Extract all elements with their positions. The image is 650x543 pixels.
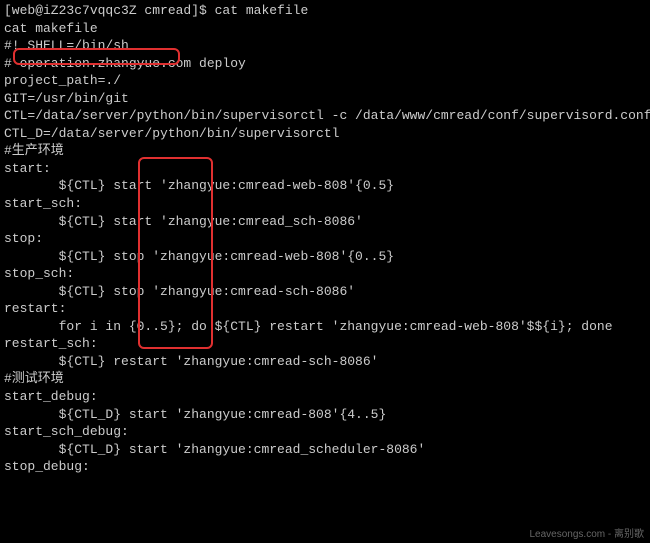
terminal-line: stop_debug: <box>4 458 646 476</box>
terminal-line: ${CTL_D} start 'zhangyue:cmread-808'{4..… <box>4 406 646 424</box>
terminal-line: #生产环境 <box>4 142 646 160</box>
terminal-line: #! SHELL=/bin/sh <box>4 37 646 55</box>
terminal-line: CTL=/data/server/python/bin/supervisorct… <box>4 107 646 125</box>
terminal-line: [web@iZ23c7vqqc3Z cmread]$ cat makefile <box>4 2 646 20</box>
terminal-line: ${CTL} start 'zhangyue:cmread-web-808'{0… <box>4 177 646 195</box>
terminal-line: cat makefile <box>4 20 646 38</box>
terminal-line: start_sch_debug: <box>4 423 646 441</box>
terminal-line: ${CTL_D} start 'zhangyue:cmread_schedule… <box>4 441 646 459</box>
terminal-line: CTL_D=/data/server/python/bin/supervisor… <box>4 125 646 143</box>
terminal-line: stop: <box>4 230 646 248</box>
terminal-line: GIT=/usr/bin/git <box>4 90 646 108</box>
terminal-line: start_debug: <box>4 388 646 406</box>
terminal-line: for i in {0..5}; do ${CTL} restart 'zhan… <box>4 318 646 336</box>
terminal-line: restart_sch: <box>4 335 646 353</box>
terminal-line: start: <box>4 160 646 178</box>
terminal-line: ${CTL} stop 'zhangyue:cmread-sch-8086' <box>4 283 646 301</box>
terminal-line: ${CTL} start 'zhangyue:cmread_sch-8086' <box>4 213 646 231</box>
watermark: Leavesongs.com - 离别歌 <box>530 528 645 542</box>
terminal-line: stop_sch: <box>4 265 646 283</box>
terminal-line: ${CTL} restart 'zhangyue:cmread-sch-8086… <box>4 353 646 371</box>
terminal-line: start_sch: <box>4 195 646 213</box>
terminal-line: restart: <box>4 300 646 318</box>
terminal-line: # operation.zhangyue.com deploy <box>4 55 646 73</box>
terminal-line: #测试环境 <box>4 370 646 388</box>
terminal-line: ${CTL} stop 'zhangyue:cmread-web-808'{0.… <box>4 248 646 266</box>
terminal-line: project_path=./ <box>4 72 646 90</box>
